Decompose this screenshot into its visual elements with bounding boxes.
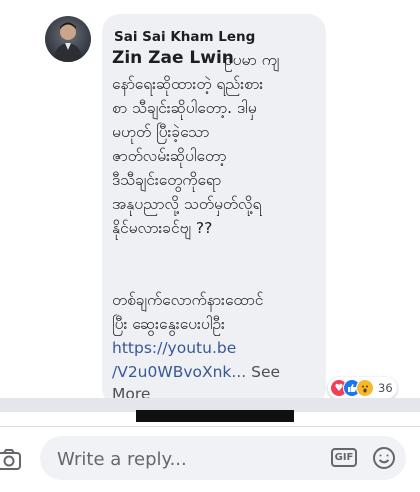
youtube-link[interactable]: https://youtu.be <box>112 338 236 358</box>
comment-text-line: မဟုတ် ပြီးခဲ့သော <box>112 123 210 141</box>
reply-input[interactable] <box>57 448 307 470</box>
media-preview-strip <box>136 410 294 422</box>
youtube-link-continued[interactable]: /V2u0WBvoXnk... <box>112 363 246 381</box>
comment-text-line: နိုင်မလားခင်ဗျ ?? <box>112 219 213 237</box>
comment-text-line: အနုပညာလို့ သတ်မှတ်လို့ရ <box>112 195 262 213</box>
see-more-link[interactable]: See <box>246 363 280 381</box>
emoji-icon[interactable] <box>372 446 396 470</box>
reaction-count: 36 <box>378 381 393 395</box>
comment-text-line: ဇာတ်လမ်းဆိုပါတော့ <box>112 147 227 165</box>
link-see-more-row: /V2u0WBvoXnk... See <box>112 362 280 382</box>
wow-icon <box>356 379 374 397</box>
comment-author[interactable]: Sai Sai Kham Leng <box>114 29 255 45</box>
mention-tag[interactable]: Zin Zae Lwin <box>112 48 234 68</box>
reactions-summary[interactable]: ♥ 36 <box>328 377 397 399</box>
avatar-photo <box>53 22 83 62</box>
comment-text-line: ပြီး ဆွေးနွေးပေးပါဦး <box>112 315 225 333</box>
comment-text-line: ဒီသီချင်းတွေကိုရော <box>112 171 222 189</box>
comment-text-line: တစ်ချက်လောက်နားထောင် <box>112 291 264 309</box>
gif-button[interactable]: GIF <box>331 448 357 467</box>
avatar[interactable] <box>45 16 91 62</box>
comment-text-line: ဥပမာ ကျ <box>224 51 280 69</box>
comment-text-line: နော်ရေးဆိုထားတဲ့ ရည်းစား <box>112 75 264 93</box>
comment-text-line: စာ သီချင်းဆိုပါတော့. ဒါမှ <box>112 99 257 117</box>
camera-icon[interactable] <box>0 447 22 473</box>
